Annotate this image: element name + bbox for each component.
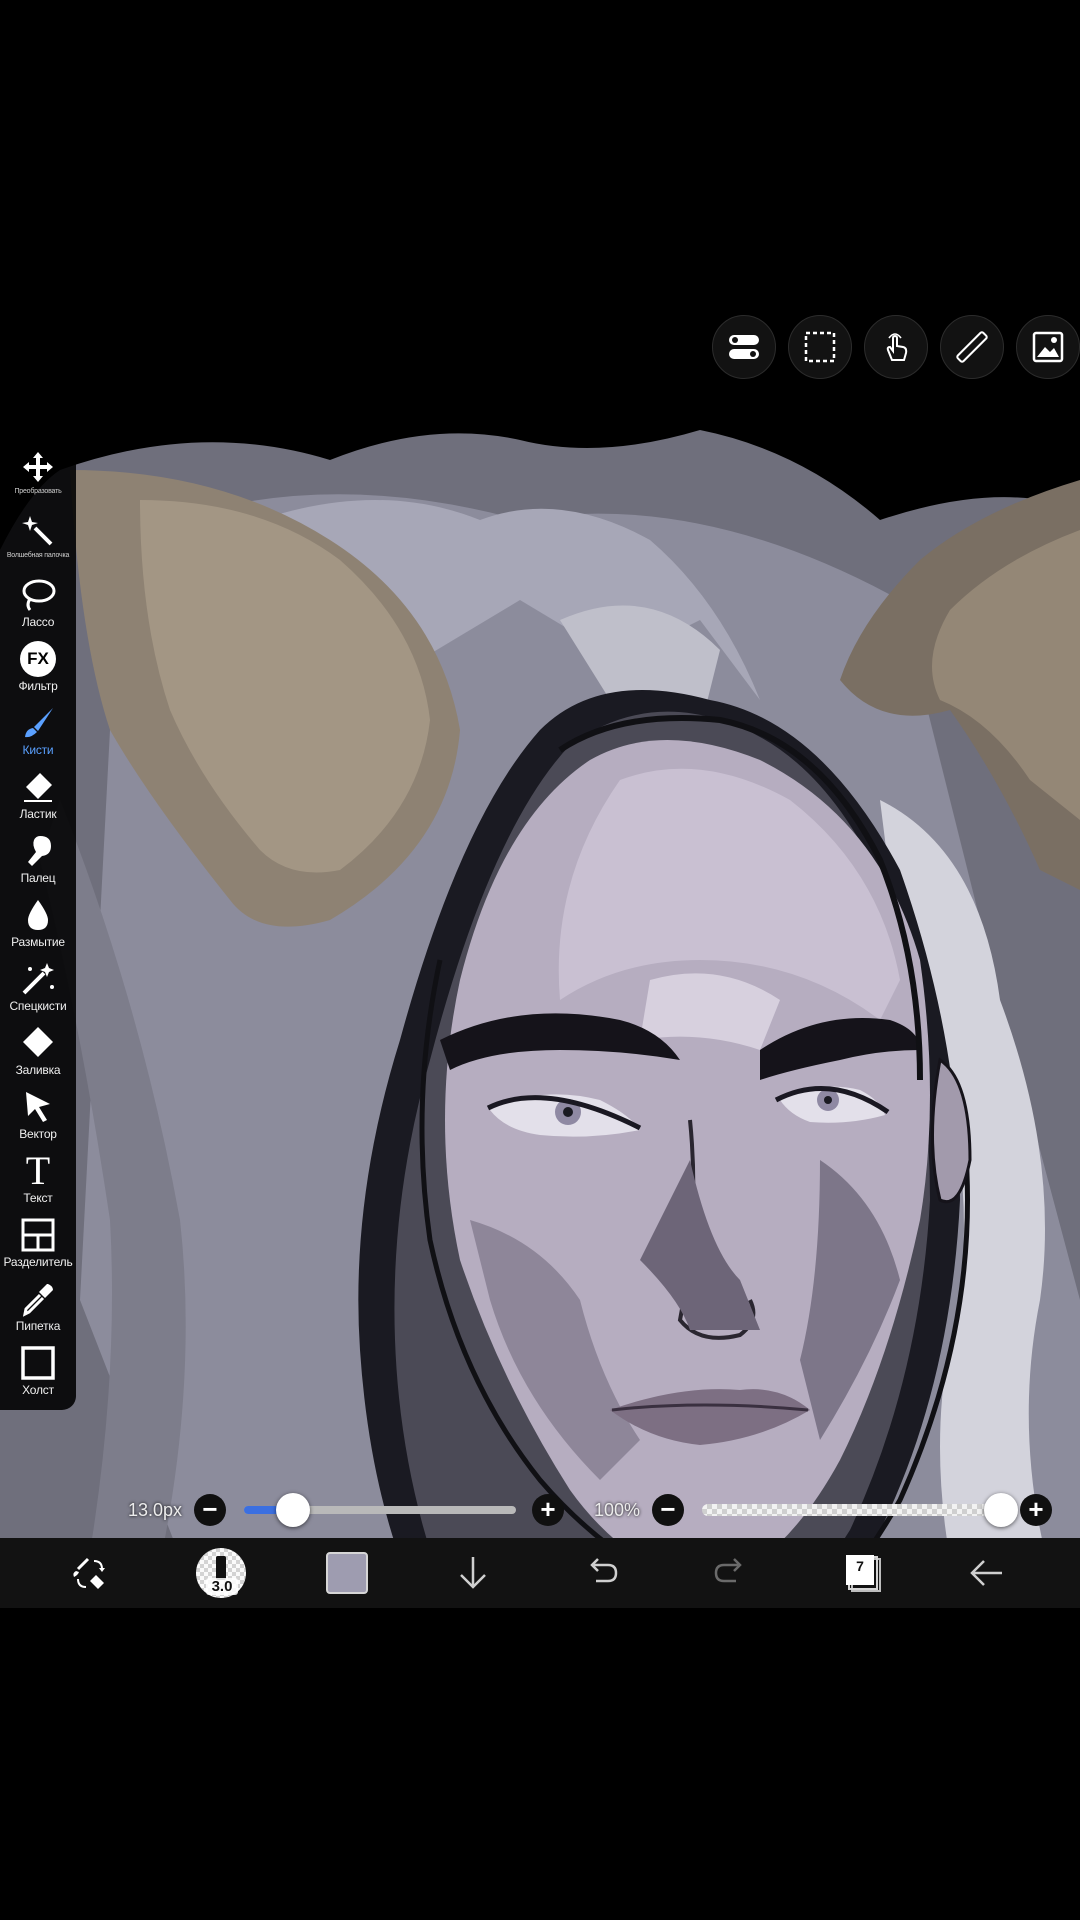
touch-button[interactable] [864, 315, 928, 379]
brush-size-badge-value: 3.0 [206, 1578, 238, 1595]
brush-size-increase-button[interactable]: + [532, 1494, 564, 1526]
tool-label: Фильтр [18, 679, 58, 693]
tool-smudge[interactable]: Палец [0, 829, 76, 893]
touch-hand-icon [886, 333, 908, 361]
tool-label: Разделитель [3, 1255, 73, 1269]
tool-lasso[interactable]: Лассо [0, 573, 76, 637]
tool-label: Волшебная палочка [6, 552, 70, 559]
canvas-icon [18, 1343, 58, 1383]
lasso-icon [18, 575, 58, 615]
brush-size-button[interactable]: 3.0 [191, 1543, 251, 1603]
brush-size-thumb[interactable] [275, 1493, 310, 1527]
brush-icon [18, 703, 58, 743]
layer-count: 7 [846, 1555, 874, 1585]
tool-blur[interactable]: Размытие [0, 893, 76, 957]
brush-size-decrease-button[interactable]: − [194, 1494, 226, 1526]
ruler-button[interactable] [940, 315, 1004, 379]
opacity-increase-button[interactable]: + [1020, 1494, 1052, 1526]
opacity-value: 100% [594, 1500, 641, 1520]
artwork [0, 400, 1080, 1608]
toggle-settings-button[interactable] [712, 315, 776, 379]
ruler-icon [956, 331, 988, 363]
layers-button[interactable]: 7 [828, 1543, 888, 1603]
bottom-bar: 3.0 7 [0, 1538, 1080, 1608]
vector-pointer-icon [18, 1087, 58, 1127]
opacity-decrease-button[interactable]: − [652, 1494, 684, 1526]
down-arrow-icon [460, 1557, 486, 1589]
undo-icon [590, 1558, 618, 1583]
frame-divider-icon [18, 1215, 58, 1255]
drawing-canvas[interactable] [0, 400, 1080, 1608]
reference-image-button[interactable] [1016, 315, 1080, 379]
special-brush-icon [18, 959, 58, 999]
blur-drop-icon [18, 895, 58, 935]
toggle-settings-icon [729, 335, 759, 359]
tool-eraser[interactable]: Ластик [0, 765, 76, 829]
text-icon: T [25, 1148, 51, 1193]
smudge-finger-icon [18, 831, 58, 871]
brush-eraser-swap-button[interactable] [60, 1543, 120, 1603]
back-button[interactable] [956, 1543, 1016, 1603]
tool-label: Заливка [15, 1063, 61, 1077]
tool-label: Размытие [11, 935, 65, 949]
brush-size-slider: 13.0px − + [120, 1490, 570, 1530]
eraser-icon [18, 767, 58, 807]
tool-label: Спецкисти [9, 999, 67, 1013]
brush-eraser-swap-icon [73, 1557, 105, 1589]
move-arrows-icon [18, 447, 58, 487]
tool-label: Кисти [22, 743, 54, 757]
tool-canvas[interactable]: Холст [0, 1341, 76, 1405]
opacity-track[interactable] [702, 1504, 1002, 1516]
fill-bucket-icon [18, 1023, 58, 1063]
layers-icon: 7 [828, 1543, 888, 1603]
tool-label: Холст [22, 1383, 54, 1397]
undo-button[interactable] [572, 1543, 632, 1603]
tool-text[interactable]: T Текст [0, 1149, 76, 1213]
color-swatch-icon [326, 1552, 368, 1594]
tool-label: Палец [20, 871, 56, 885]
magic-wand-icon [18, 511, 58, 551]
brush-size-value: 13.0px [128, 1500, 183, 1520]
tool-toolbar: Преобразовать Волшебная палочка Лассо FX… [0, 433, 76, 1410]
color-swatch-button[interactable] [317, 1543, 377, 1603]
tool-transform[interactable]: Преобразовать [0, 445, 76, 509]
tool-eyedropper[interactable]: Пипетка [0, 1277, 76, 1341]
eyedropper-icon [18, 1279, 58, 1319]
selection-rect-icon [804, 331, 836, 363]
fx-filter-icon: FX [18, 639, 58, 679]
tool-divider[interactable]: Разделитель [0, 1213, 76, 1277]
tool-fill[interactable]: Заливка [0, 1021, 76, 1085]
back-arrow-icon [970, 1560, 1002, 1586]
redo-button[interactable] [700, 1543, 760, 1603]
tool-label: Преобразовать [14, 488, 62, 495]
tool-label: Вектор [19, 1127, 57, 1141]
tool-label: Ластик [19, 807, 57, 821]
tool-label: Пипетка [15, 1319, 61, 1333]
tool-label: Текст [23, 1191, 53, 1205]
tool-brush[interactable]: Кисти [0, 701, 76, 765]
opacity-thumb[interactable] [984, 1493, 1018, 1527]
tool-vector[interactable]: Вектор [0, 1085, 76, 1149]
redo-icon [714, 1558, 742, 1583]
down-arrow-button[interactable] [443, 1543, 503, 1603]
reference-image-icon [1032, 331, 1064, 363]
tool-special-brush[interactable]: Спецкисти [0, 957, 76, 1021]
tool-filter[interactable]: FX Фильтр [0, 637, 76, 701]
tool-label: Лассо [21, 615, 55, 629]
quick-tools [710, 315, 1080, 379]
brush-size-icon: 3.0 [196, 1548, 246, 1598]
tool-magic-wand[interactable]: Волшебная палочка [0, 509, 76, 573]
selection-button[interactable] [788, 315, 852, 379]
opacity-slider: 100% − + [590, 1490, 1060, 1530]
